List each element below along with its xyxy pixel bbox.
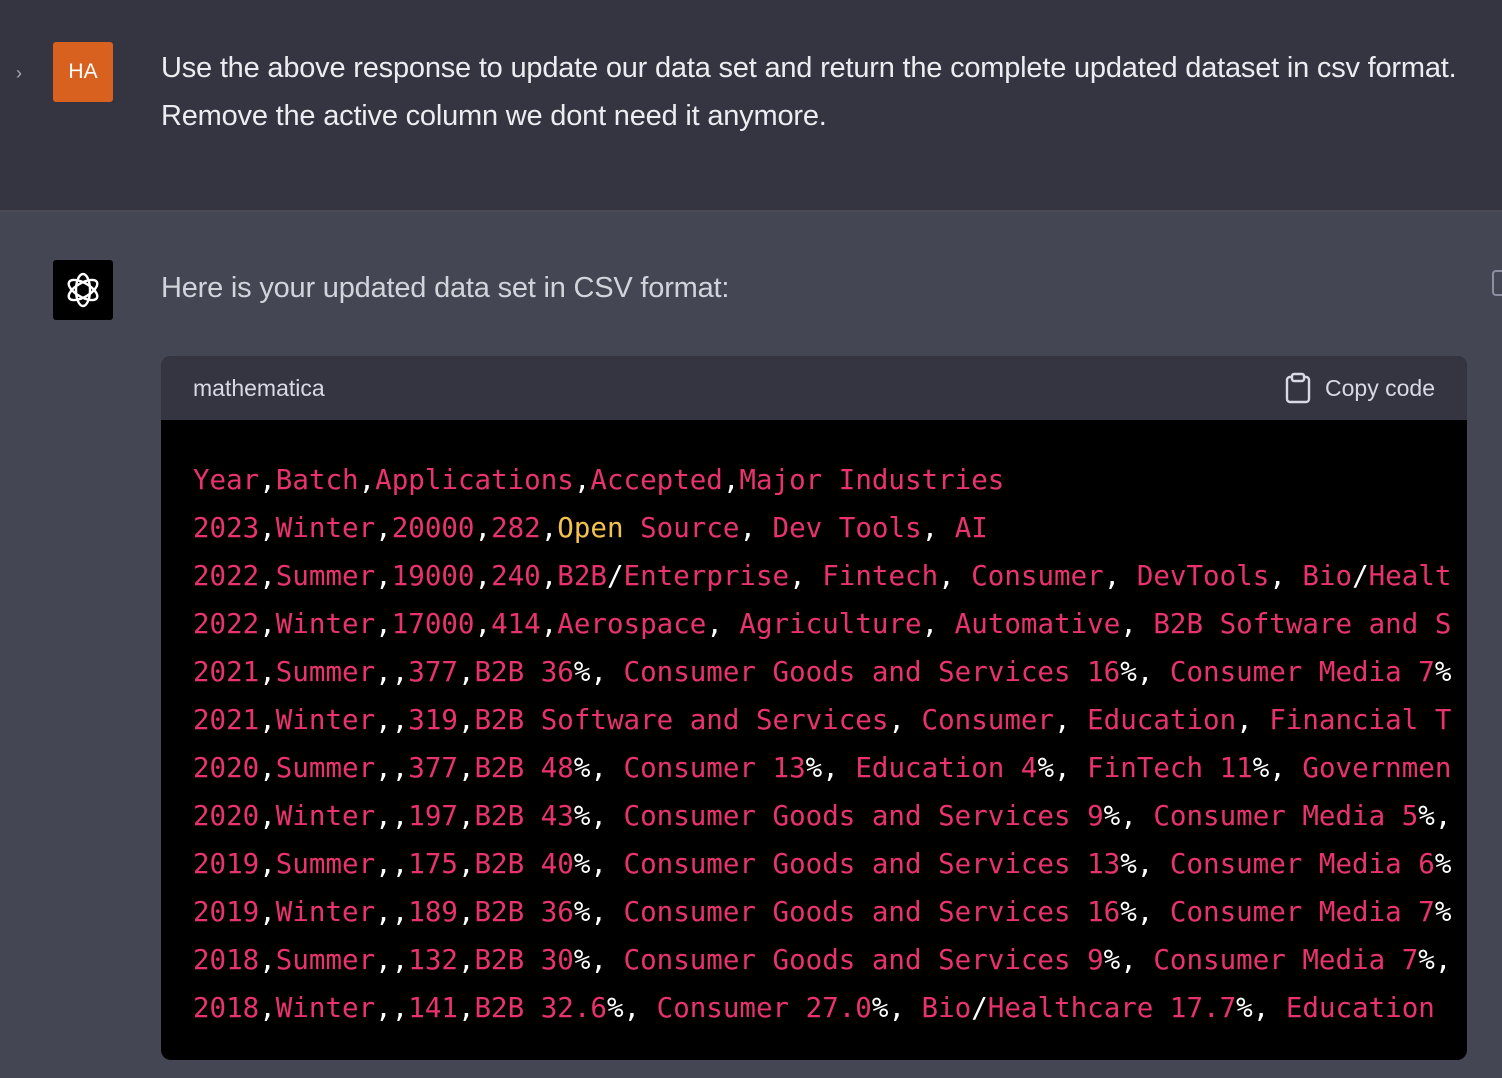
code-line: 2022,Summer,19000,240,B2B/Enterprise, Fi… <box>193 560 1452 592</box>
code-line: 2019,Summer,,175,B2B 40%, Consumer Goods… <box>193 848 1452 880</box>
code-line: 2019,Winter,,189,B2B 36%, Consumer Goods… <box>193 896 1452 928</box>
code-line: 2021,Summer,,377,B2B 36%, Consumer Goods… <box>193 656 1452 688</box>
code-line: 2018,Summer,,132,B2B 30%, Consumer Goods… <box>193 944 1452 976</box>
code-line: 2021,Winter,,319,B2B Software and Servic… <box>193 704 1452 736</box>
code-line: 2022,Winter,17000,414,Aerospace, Agricul… <box>193 608 1452 640</box>
code-block: mathematica Copy code Year,Batch,Applica… <box>161 356 1467 1060</box>
clipboard-icon <box>1285 372 1311 404</box>
chevron-right-icon[interactable]: › <box>10 62 28 84</box>
code-line: 2023,Winter,20000,282,Open Source, Dev T… <box>193 512 988 544</box>
assistant-intro-text: Here is your updated data set in CSV for… <box>161 272 730 304</box>
user-message-text: Use the above response to update our dat… <box>161 52 1457 132</box>
openai-logo-icon <box>67 272 99 308</box>
code-line: Year,Batch,Applications,Accepted,Major I… <box>193 464 1005 496</box>
copy-code-button[interactable]: Copy code <box>1285 372 1435 404</box>
assistant-avatar <box>53 260 113 320</box>
code-line: 2020,Summer,,377,B2B 48%, Consumer 13%, … <box>193 752 1452 784</box>
assistant-message-block: Here is your updated data set in CSV for… <box>0 212 1502 1078</box>
code-language-label: mathematica <box>193 374 325 401</box>
copy-code-label: Copy code <box>1325 374 1435 401</box>
clipboard-icon[interactable] <box>1492 270 1502 296</box>
code-content: Year,Batch,Applications,Accepted,Major I… <box>161 420 1467 1060</box>
code-line: 2018,Winter,,141,B2B 32.6%, Consumer 27.… <box>193 992 1452 1024</box>
user-avatar: HA <box>53 42 113 102</box>
code-line: 2020,Winter,,197,B2B 43%, Consumer Goods… <box>193 800 1452 832</box>
user-message-block: › HA Use the above response to update ou… <box>0 0 1502 212</box>
code-header: mathematica Copy code <box>161 356 1467 420</box>
